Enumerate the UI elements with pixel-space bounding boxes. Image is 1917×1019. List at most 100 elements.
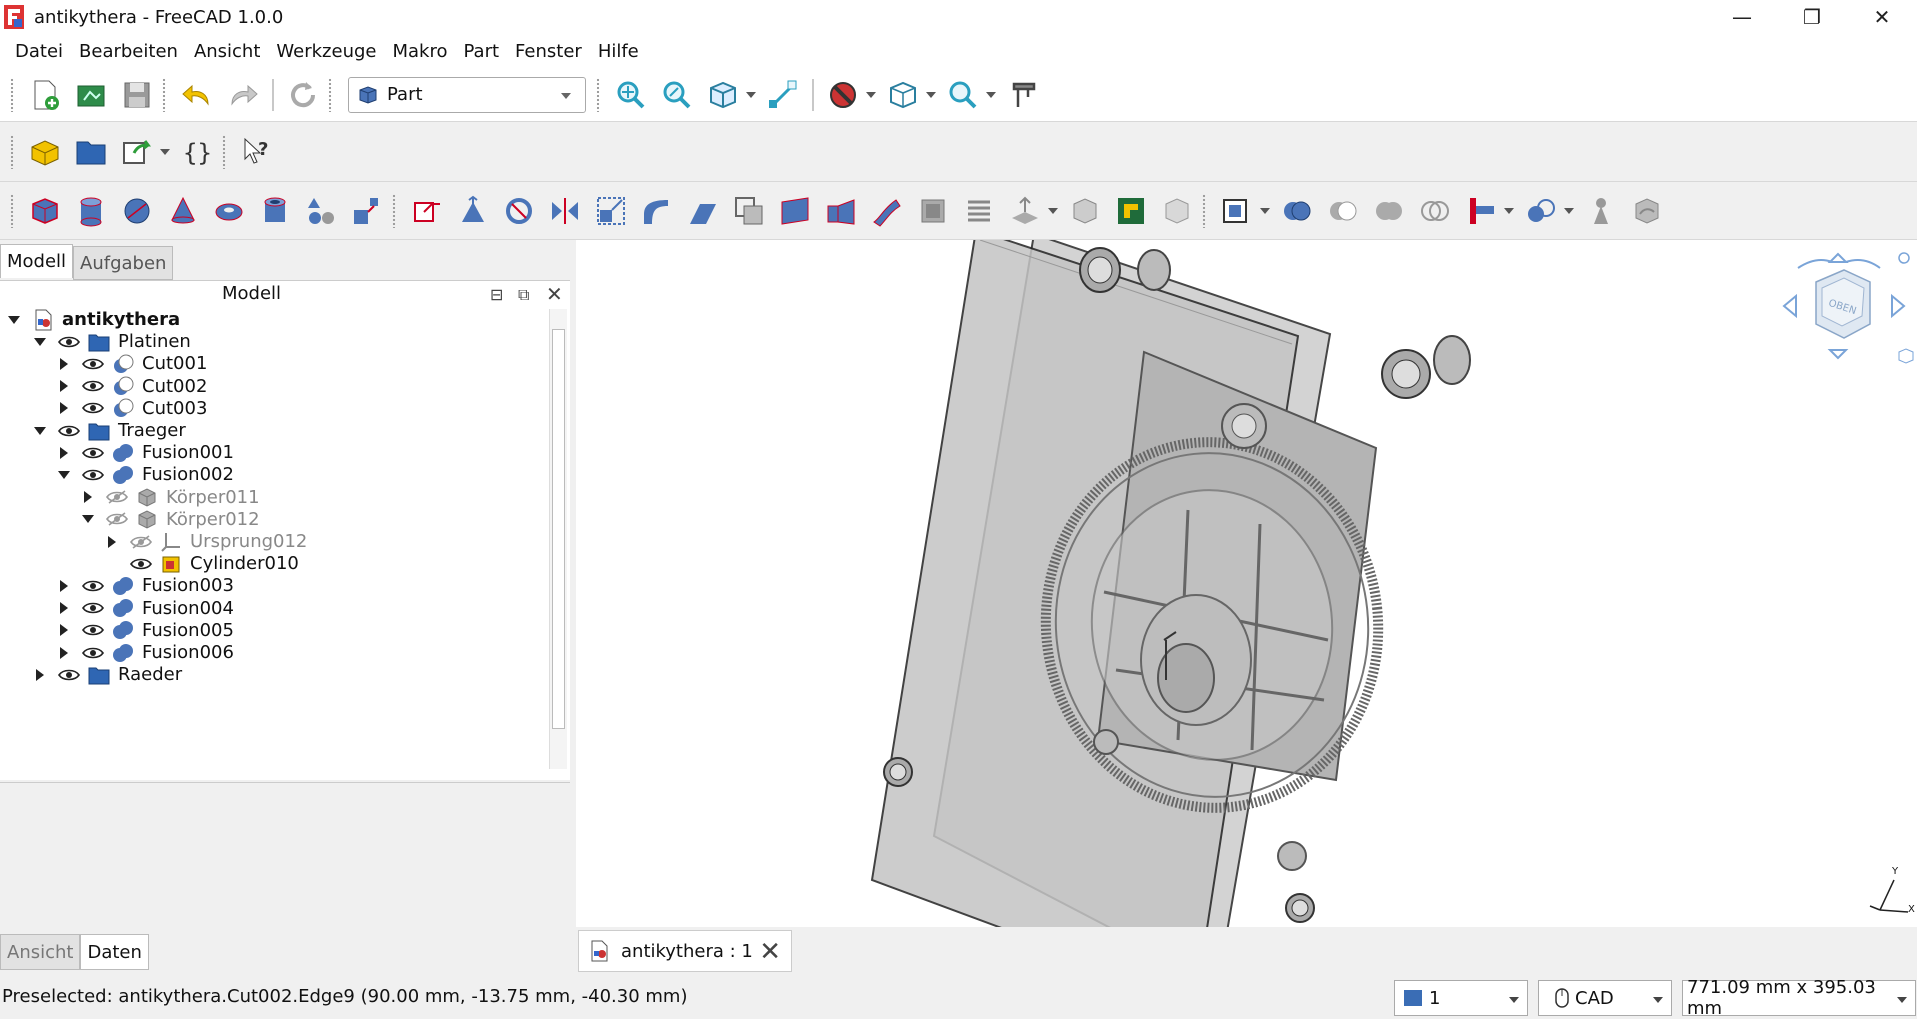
expand-arrow-icon[interactable] — [34, 337, 46, 346]
collapse-arrow-icon[interactable] — [36, 668, 44, 681]
cross-sections-button[interactable] — [959, 191, 999, 231]
menu-bearbeiten[interactable]: Bearbeiten — [77, 41, 180, 62]
projection-button[interactable] — [1111, 191, 1151, 231]
collapse-arrow-icon[interactable] — [108, 535, 116, 548]
collapse-arrow-icon[interactable] — [84, 491, 92, 504]
refresh-button[interactable] — [283, 75, 323, 115]
close-tab-icon[interactable]: ✕ — [759, 937, 781, 967]
variable-set-button[interactable]: {} — [177, 132, 217, 172]
close-window-button[interactable]: ✕ — [1847, 0, 1917, 34]
workbench-selector[interactable]: Part — [348, 76, 586, 113]
menu-fenster[interactable]: Fenster — [513, 41, 584, 62]
expand-arrow-icon[interactable] — [82, 515, 94, 524]
scrollbar-thumb[interactable] — [552, 329, 565, 729]
collapse-arrow-icon[interactable] — [60, 624, 68, 637]
bounding-box-dropdown[interactable] — [926, 75, 936, 115]
dimension-display[interactable]: 771.09 mm x 395.03 mm — [1682, 977, 1916, 1019]
eye-icon[interactable] — [82, 646, 104, 660]
loft-button[interactable] — [821, 191, 861, 231]
compound-dropdown[interactable] — [1260, 191, 1270, 231]
eye-icon[interactable] — [82, 401, 104, 415]
join-features-button[interactable] — [1461, 191, 1501, 231]
standard-views-dropdown[interactable] — [746, 75, 756, 115]
close-panel-icon[interactable]: ✕ — [546, 282, 566, 306]
view-menu-icon[interactable] — [1896, 346, 1916, 366]
bounding-box-button[interactable] — [883, 75, 923, 115]
eye-icon[interactable] — [82, 601, 104, 615]
offset-button[interactable] — [1005, 191, 1045, 231]
expand-arrow-icon[interactable] — [34, 426, 46, 435]
toolbar-grip[interactable] — [10, 77, 14, 112]
eye-icon[interactable] — [58, 424, 80, 438]
offset-dropdown[interactable] — [1048, 191, 1058, 231]
cone-button[interactable] — [163, 191, 203, 231]
eye-hidden-icon[interactable] — [106, 490, 128, 504]
menu-werkzeuge[interactable]: Werkzeuge — [274, 41, 378, 62]
document-tab[interactable]: antikythera : 1 ✕ — [578, 930, 792, 972]
whats-this-button[interactable]: ? — [237, 132, 277, 172]
tree-item-raeder[interactable]: Raeder — [30, 661, 182, 688]
minimize-button[interactable]: — — [1707, 0, 1777, 34]
expand-arrow-icon[interactable] — [8, 315, 20, 324]
zoom-button[interactable] — [943, 75, 983, 115]
redo-button[interactable] — [223, 75, 263, 115]
menu-ansicht[interactable]: Ansicht — [192, 41, 262, 62]
ruled-surface-button[interactable] — [775, 191, 815, 231]
zoom-dropdown[interactable] — [986, 75, 996, 115]
compound-button[interactable] — [1217, 191, 1257, 231]
cylinder-button[interactable] — [71, 191, 111, 231]
chamfer-button[interactable] — [683, 191, 723, 231]
tree-scrollbar[interactable] — [549, 309, 567, 769]
create-part-button[interactable] — [25, 132, 65, 172]
mirror-button[interactable] — [499, 191, 539, 231]
boolean-button[interactable] — [1277, 191, 1317, 231]
save-document-button[interactable] — [117, 75, 157, 115]
menu-hilfe[interactable]: Hilfe — [596, 41, 641, 62]
tube-button[interactable] — [255, 191, 295, 231]
navigation-cube[interactable]: OBEN — [1776, 246, 1916, 366]
eye-icon[interactable] — [58, 335, 80, 349]
3d-viewport[interactable]: OBEN X Y — [576, 240, 1917, 927]
collapse-arrow-icon[interactable] — [60, 380, 68, 393]
defeaturing-button[interactable] — [1627, 191, 1667, 231]
measure-distance-button[interactable] — [763, 75, 803, 115]
join-dropdown[interactable] — [1504, 191, 1514, 231]
shape-builder-button[interactable] — [347, 191, 387, 231]
cube-button[interactable] — [25, 191, 65, 231]
create-link-button[interactable] — [117, 132, 157, 172]
collapse-arrow-icon[interactable] — [60, 579, 68, 592]
collapse-arrow-icon[interactable] — [60, 357, 68, 370]
tab-modell[interactable]: Modell — [0, 244, 74, 278]
eye-icon[interactable] — [82, 446, 104, 460]
menu-datei[interactable]: Datei — [13, 41, 65, 62]
draw-style-dropdown[interactable] — [866, 75, 876, 115]
eye-hidden-icon[interactable] — [106, 512, 128, 526]
split-dropdown[interactable] — [1564, 191, 1574, 231]
tab-daten[interactable]: Daten — [80, 934, 149, 970]
expand-arrow-icon[interactable] — [58, 470, 70, 479]
check-geometry-button[interactable] — [1581, 191, 1621, 231]
eye-hidden-icon[interactable] — [130, 534, 152, 549]
fuse-button[interactable] — [1369, 191, 1409, 231]
draw-style-button[interactable] — [823, 75, 863, 115]
section-button[interactable] — [913, 191, 953, 231]
torus-button[interactable] — [209, 191, 249, 231]
measure-tool-button[interactable] — [1003, 75, 1043, 115]
link-dropdown[interactable] — [160, 132, 170, 172]
cut-button[interactable] — [1323, 191, 1363, 231]
collapse-icon[interactable]: ⊟ — [490, 285, 510, 305]
eye-icon[interactable] — [130, 557, 152, 571]
primitives-button[interactable] — [301, 191, 341, 231]
menu-makro[interactable]: Makro — [390, 41, 449, 62]
scale-button[interactable] — [591, 191, 631, 231]
eye-icon[interactable] — [82, 623, 104, 637]
revolve-button[interactable] — [453, 191, 493, 231]
color-per-face-button[interactable] — [1157, 191, 1197, 231]
menu-part[interactable]: Part — [462, 41, 502, 62]
eye-icon[interactable] — [58, 668, 80, 682]
extrude-button[interactable] — [407, 191, 447, 231]
float-panel-icon[interactable]: ⧉ — [518, 285, 538, 305]
collapse-arrow-icon[interactable] — [60, 402, 68, 415]
collapse-arrow-icon[interactable] — [60, 646, 68, 659]
make-face-button[interactable] — [729, 191, 769, 231]
